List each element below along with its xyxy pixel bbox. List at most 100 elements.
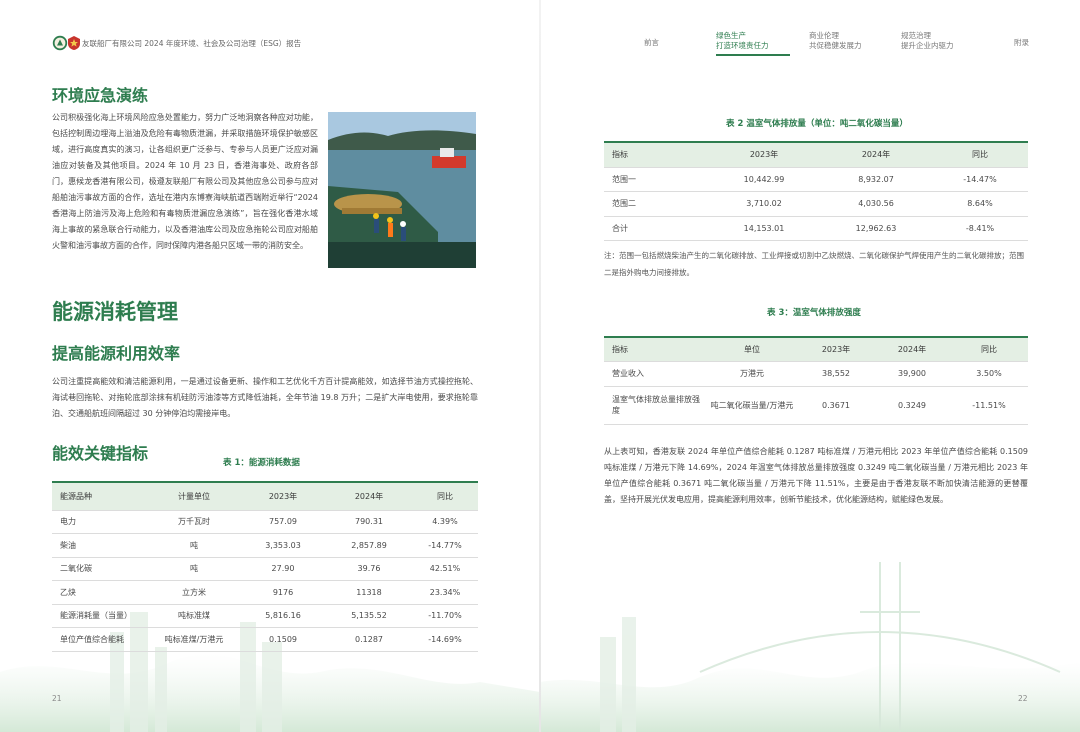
- table-cell: 立方米: [148, 580, 240, 605]
- table2-caption: 表 2 温室气体排放量（单位：吨二氧化碳当量）: [726, 119, 908, 129]
- nav-appendix-label: 附录: [1014, 38, 1029, 47]
- table-header-cell: 同比: [932, 141, 1028, 168]
- drill-paragraph: 公司积极强化海上环境风险应急处置能力，努力广泛地洞察各种应对功能，包括控制周边埋…: [52, 113, 318, 250]
- page-number-left: 21: [52, 694, 62, 703]
- table-header-cell: 2023年: [240, 481, 326, 511]
- table-cell: 乙炔: [52, 580, 148, 605]
- table-header-cell: 单位: [706, 336, 798, 362]
- table-cell: 39.76: [326, 557, 412, 581]
- efficiency-heading: 提高能源利用效率: [52, 344, 181, 363]
- table-cell: 12,962.63: [820, 216, 932, 241]
- table-row: 营业收入 万港元 38,552 39,900 3.50%: [604, 361, 1028, 387]
- table-cell: 14,153.01: [708, 216, 820, 241]
- ghg-intensity-table: 指标 单位 2023年 2024年 同比 营业收入 万港元 38,552 39,…: [604, 336, 1028, 425]
- table-cell: 3,710.02: [708, 191, 820, 217]
- table-cell: 范围二: [604, 191, 708, 217]
- table-header-cell: 计量单位: [148, 481, 240, 511]
- table-cell: 757.09: [240, 510, 326, 534]
- table-cell: 2,857.89: [326, 533, 412, 558]
- table-cell: -8.41%: [932, 216, 1028, 241]
- table-cell: 0.3249: [874, 386, 950, 425]
- table-header-cell: 指标: [604, 141, 708, 168]
- nav-governance-line1: 规范治理: [901, 31, 931, 40]
- nav-green-production-line2: 打造环境责任力: [716, 41, 769, 50]
- report-title: 友联船厂有限公司 2024 年度环境、社会及公司治理（ESG）报告: [82, 39, 302, 48]
- energy-consumption-table: 能源品种 计量单位 2023年 2024年 同比 电力 万千瓦时 757.09 …: [52, 481, 478, 652]
- nav-business-ethics-line1: 商业伦理: [809, 31, 839, 40]
- report-spread: 友联船厂有限公司 2024 年度环境、社会及公司治理（ESG）报告 前言 绿色生…: [0, 0, 1080, 732]
- table-cell: 11318: [326, 580, 412, 605]
- table-row: 温室气体排放总量排放强度 吨二氧化碳当量/万港元 0.3671 0.3249 -…: [604, 386, 1028, 425]
- table1-caption: 表 1：能源消耗数据: [223, 458, 300, 468]
- ghg-emissions-table: 指标 2023年 2024年 同比 范围一 10,442.99 8,932.07…: [604, 141, 1028, 241]
- table-row: 范围二 3,710.02 4,030.56 8.64%: [604, 191, 1028, 217]
- table-cell: 8.64%: [932, 191, 1028, 217]
- table-cell: 电力: [52, 510, 148, 534]
- table-cell: -14.69%: [412, 627, 478, 652]
- table-cell: 营业收入: [604, 361, 706, 387]
- nav-green-production-line1: 绿色生产: [716, 31, 746, 40]
- table-row: 能源消耗量（当量） 吨标准煤 5,816.16 5,135.52 -11.70%: [52, 604, 478, 628]
- report-header: 友联船厂有限公司 2024 年度环境、社会及公司治理（ESG）报告 前言 绿色生…: [0, 0, 1080, 60]
- table2-note: 注：范围一包括燃烧柴油产生的二氧化碳排放、工业焊接或切割中乙炔燃烧、二氧化碳保护…: [604, 251, 1024, 277]
- table-cell: 万港元: [706, 361, 798, 387]
- table-header-cell: 能源品种: [52, 481, 148, 511]
- table-cell: 38,552: [798, 361, 874, 387]
- nav-green-production[interactable]: 绿色生产 打造环境责任力: [716, 31, 769, 51]
- nav-preface[interactable]: 前言: [644, 38, 659, 48]
- page-number-right: 22: [1018, 694, 1028, 703]
- table-cell: 9176: [240, 580, 326, 605]
- nav-appendix[interactable]: 附录: [1014, 38, 1029, 48]
- table-cell: 万千瓦时: [148, 510, 240, 534]
- emergency-drill-photo: [328, 112, 476, 268]
- summary-paragraph: 从上表可知，香港友联 2024 年单位产值综合能耗 0.1287 吨标准煤 / …: [604, 447, 1028, 504]
- table-cell: 4.39%: [412, 510, 478, 534]
- table-cell: 吨标准煤/万港元: [148, 627, 240, 652]
- table-row: 乙炔 立方米 9176 11318 23.34%: [52, 580, 478, 605]
- nav-governance-line2: 提升企业内驱力: [901, 41, 954, 50]
- kpi-heading: 能效关键指标: [52, 444, 149, 463]
- table-cell: 温室气体排放总量排放强度: [604, 386, 706, 425]
- page-fold: [539, 0, 541, 732]
- table-cell: 39,900: [874, 361, 950, 387]
- table-cell: 单位产值综合能耗: [52, 627, 148, 652]
- table-cell: 0.1509: [240, 627, 326, 652]
- table-header-cell: 2023年: [708, 141, 820, 168]
- table-cell: 吨二氧化碳当量/万港元: [706, 386, 798, 425]
- nav-business-ethics-line2: 共促稳健发展力: [809, 41, 862, 50]
- table-cell: 0.3671: [798, 386, 874, 425]
- table-row: 单位产值综合能耗 吨标准煤/万港元 0.1509 0.1287 -14.69%: [52, 627, 478, 652]
- nav-governance[interactable]: 规范治理 提升企业内驱力: [901, 31, 954, 51]
- table-cell: 吨标准煤: [148, 604, 240, 628]
- table-header-cell: 2024年: [326, 481, 412, 511]
- company-logo-icon: [52, 35, 68, 51]
- table-cell: 23.34%: [412, 580, 478, 605]
- table-row: 柴油 吨 3,353.03 2,857.89 -14.77%: [52, 533, 478, 558]
- emblem-icon: [68, 36, 80, 50]
- energy-heading: 能源消耗管理: [52, 300, 178, 324]
- table-cell: 吨: [148, 533, 240, 558]
- table-row: 电力 万千瓦时 757.09 790.31 4.39%: [52, 510, 478, 534]
- table-cell: 5,135.52: [326, 604, 412, 628]
- table-row: 二氧化碳 吨 27.90 39.76 42.51%: [52, 557, 478, 581]
- table-header-row: 能源品种 计量单位 2023年 2024年 同比: [52, 481, 478, 511]
- table-cell: 能源消耗量（当量）: [52, 604, 148, 628]
- table-cell: 4,030.56: [820, 191, 932, 217]
- table-header-cell: 2023年: [798, 336, 874, 362]
- table-cell: -11.51%: [950, 386, 1028, 425]
- table-cell: 0.1287: [326, 627, 412, 652]
- table-cell: 二氧化碳: [52, 557, 148, 581]
- table-header-row: 指标 单位 2023年 2024年 同比: [604, 336, 1028, 362]
- table-cell: -14.47%: [932, 167, 1028, 192]
- table-cell: 5,816.16: [240, 604, 326, 628]
- table-cell: 10,442.99: [708, 167, 820, 192]
- table-cell: 吨: [148, 557, 240, 581]
- nav-preface-label: 前言: [644, 38, 659, 47]
- table-row: 范围一 10,442.99 8,932.07 -14.47%: [604, 167, 1028, 192]
- table-cell: 柴油: [52, 533, 148, 558]
- nav-active-underline: [716, 54, 790, 56]
- table-header-cell: 2024年: [874, 336, 950, 362]
- table-cell: 合计: [604, 216, 708, 241]
- nav-business-ethics[interactable]: 商业伦理 共促稳健发展力: [809, 31, 862, 51]
- table-cell: 790.31: [326, 510, 412, 534]
